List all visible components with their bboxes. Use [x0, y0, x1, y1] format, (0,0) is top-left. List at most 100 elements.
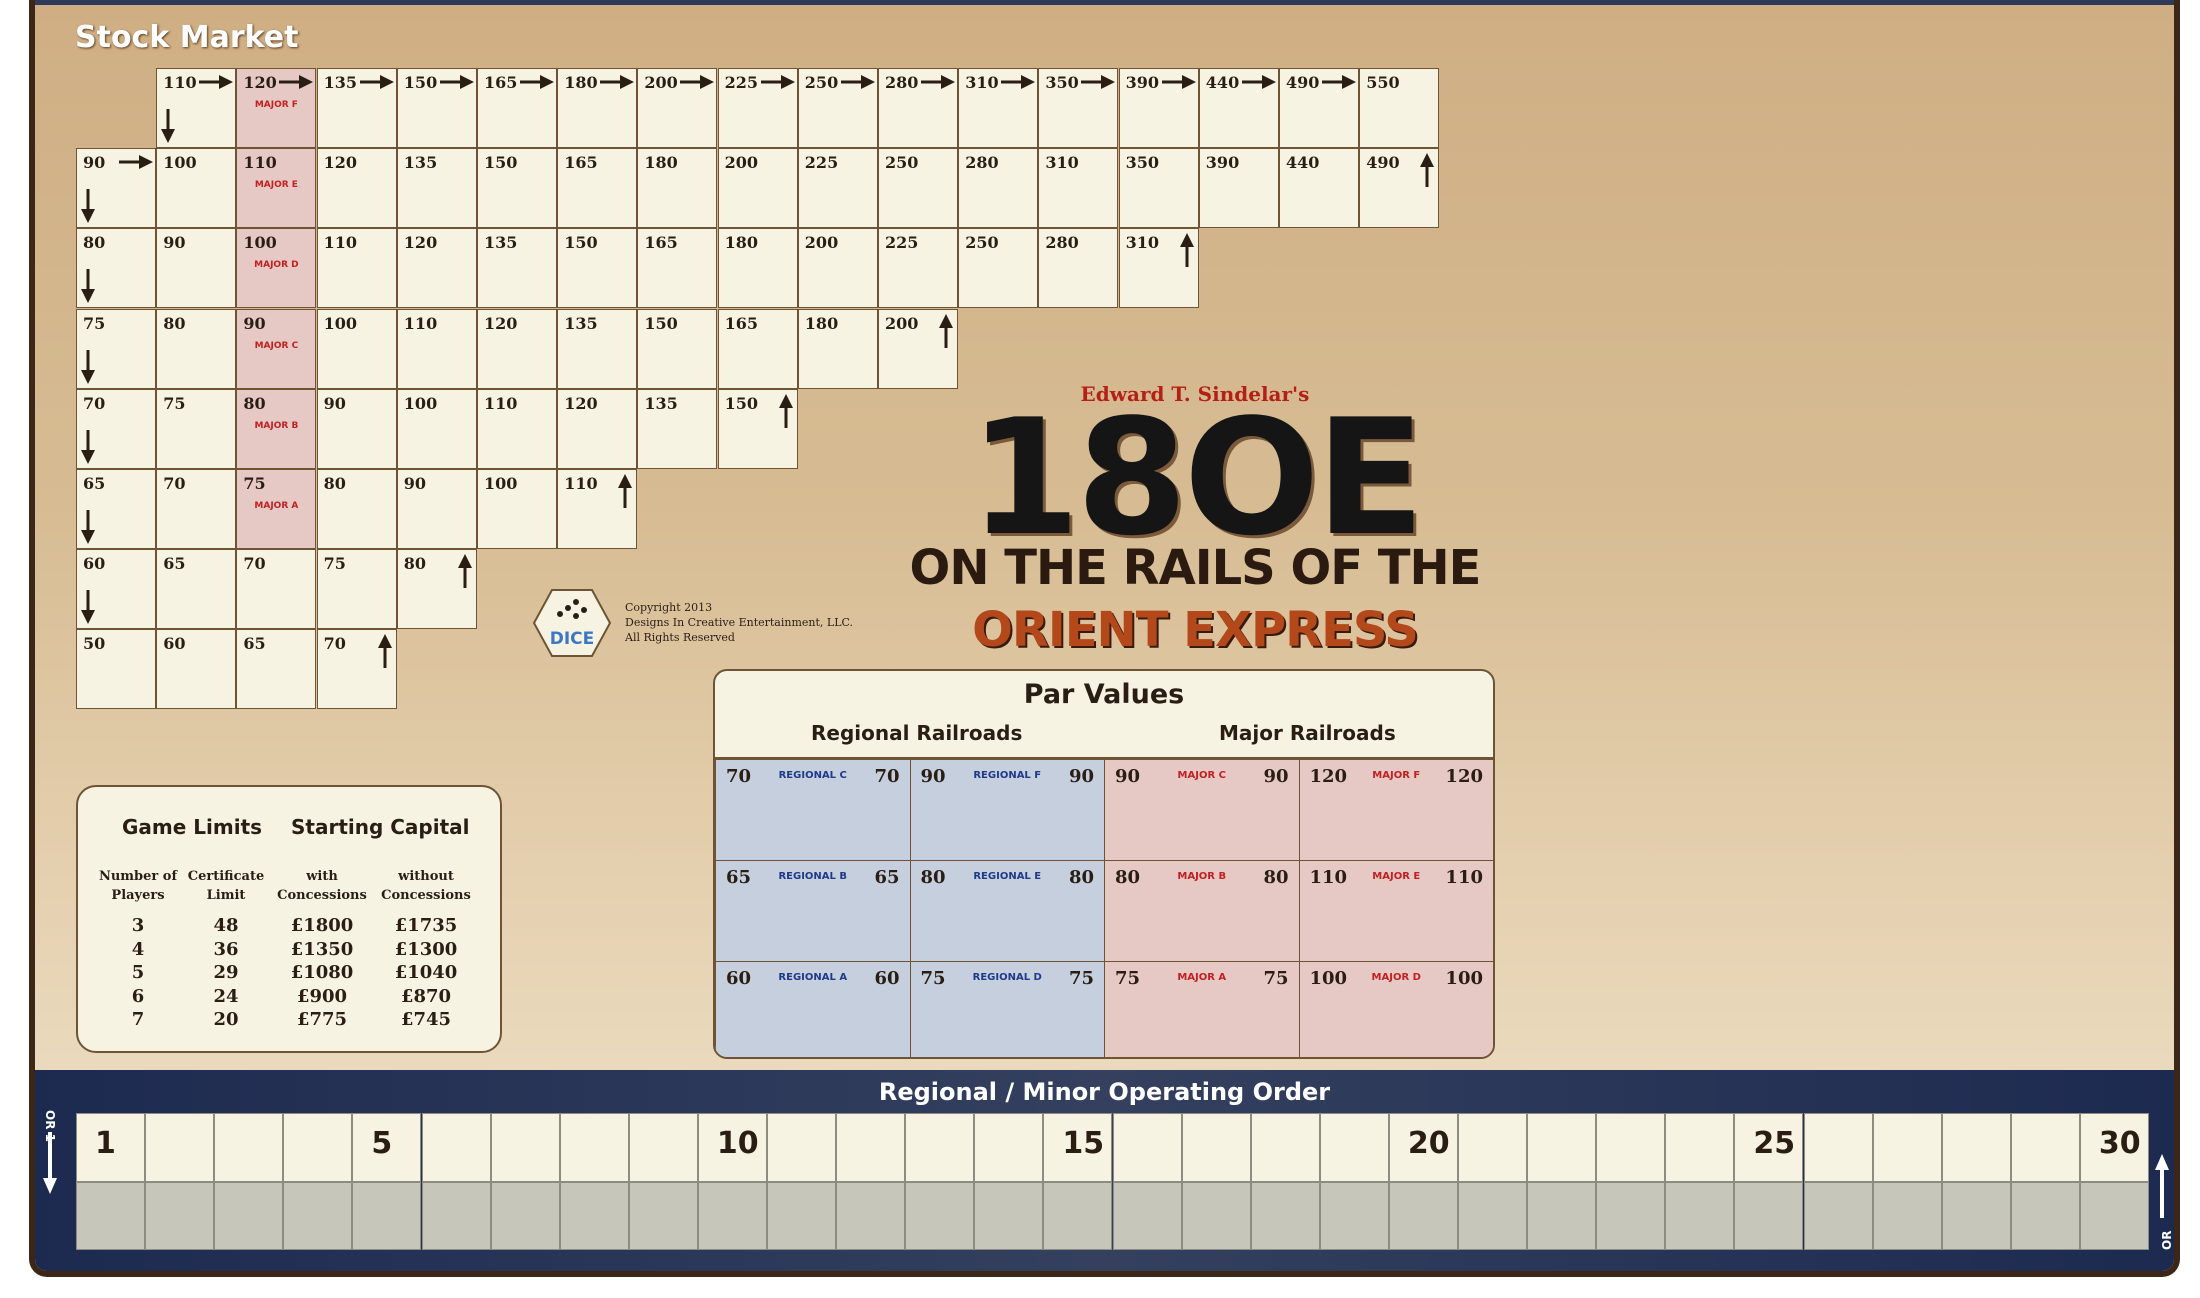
market-cell[interactable]: 180 — [717, 228, 798, 309]
operating-slot-lower[interactable] — [283, 1182, 353, 1250]
operating-slot-lower[interactable] — [145, 1182, 215, 1250]
operating-slot-lower[interactable] — [2010, 1182, 2080, 1250]
operating-slot-lower[interactable] — [490, 1182, 560, 1250]
market-cell[interactable]: 75 — [156, 388, 237, 469]
market-cell[interactable]: 90 — [316, 388, 397, 469]
par-cell[interactable]: 110 MAJOR E 110 — [1298, 860, 1493, 962]
market-cell[interactable]: 440 — [1279, 148, 1359, 229]
market-cell[interactable]: 135 — [557, 308, 638, 389]
operating-slot-lower[interactable] — [352, 1182, 422, 1250]
market-cell[interactable]: 225 — [717, 68, 798, 148]
operating-slot-lower[interactable] — [1319, 1182, 1389, 1250]
operating-slot[interactable] — [421, 1113, 491, 1182]
market-cell[interactable]: 135 — [637, 388, 718, 469]
operating-slot[interactable] — [1665, 1113, 1735, 1182]
market-cell[interactable]: 65 — [76, 469, 156, 549]
market-cell[interactable]: 310 — [1038, 148, 1119, 229]
operating-slot[interactable] — [1596, 1113, 1666, 1182]
market-cell[interactable]: 310 — [1118, 228, 1199, 309]
market-cell[interactable]: 165 — [717, 308, 798, 389]
market-cell[interactable]: 80 MAJOR B — [236, 388, 317, 469]
operating-slot-lower[interactable] — [1665, 1182, 1735, 1250]
market-cell[interactable]: 75 — [316, 549, 397, 630]
operating-slot[interactable] — [1181, 1113, 1251, 1182]
market-cell[interactable]: 65 — [156, 549, 237, 630]
market-cell[interactable]: 310 — [958, 68, 1039, 148]
market-cell[interactable]: 80 — [316, 469, 397, 549]
market-cell[interactable]: 250 — [958, 228, 1039, 309]
market-cell[interactable]: 200 — [717, 148, 798, 229]
operating-slot-lower[interactable] — [559, 1182, 629, 1250]
operating-slot[interactable] — [283, 1113, 353, 1182]
operating-slot-lower[interactable] — [421, 1182, 491, 1250]
operating-slot[interactable]: 20 — [1388, 1113, 1458, 1182]
market-cell[interactable]: 90 — [396, 469, 477, 549]
operating-slot-lower[interactable] — [767, 1182, 836, 1250]
market-cell[interactable]: 80 — [396, 549, 477, 630]
market-cell[interactable]: 150 — [637, 308, 718, 389]
operating-slot[interactable]: 25 — [1734, 1113, 1804, 1182]
operating-slot-lower[interactable] — [1734, 1182, 1804, 1250]
operating-slot-lower[interactable] — [2079, 1182, 2149, 1250]
operating-slot-lower[interactable] — [1250, 1182, 1320, 1250]
market-cell[interactable]: 120 — [316, 148, 397, 229]
par-cell[interactable]: 75 REGIONAL D 75 — [909, 961, 1105, 1057]
market-cell[interactable]: 280 — [1038, 228, 1119, 309]
market-cell[interactable]: 200 — [637, 68, 718, 148]
operating-slot-lower[interactable] — [1388, 1182, 1458, 1250]
market-cell[interactable]: 90 MAJOR C — [236, 308, 317, 389]
market-cell[interactable]: 90 — [156, 228, 237, 309]
operating-slot[interactable] — [1319, 1113, 1389, 1182]
market-cell[interactable]: 165 — [477, 68, 557, 148]
operating-slot[interactable]: 10 — [697, 1113, 767, 1182]
market-cell[interactable]: 150 — [396, 68, 477, 148]
par-cell[interactable]: 100 MAJOR D 100 — [1298, 961, 1493, 1057]
operating-slot-lower[interactable] — [1872, 1182, 1942, 1250]
market-cell[interactable]: 70 — [316, 629, 397, 710]
market-cell[interactable]: 180 — [557, 68, 638, 148]
market-cell[interactable]: 150 — [557, 228, 638, 309]
market-cell[interactable]: 50 — [76, 629, 156, 710]
market-cell[interactable]: 70 — [236, 549, 317, 630]
operating-slot-lower[interactable] — [628, 1182, 698, 1250]
operating-slot[interactable]: 15 — [1043, 1113, 1113, 1182]
market-cell[interactable]: 225 — [878, 228, 958, 309]
operating-slot[interactable] — [905, 1113, 975, 1182]
par-cell[interactable]: 75 MAJOR A 75 — [1104, 961, 1300, 1057]
market-cell[interactable]: 100 — [156, 148, 237, 229]
market-cell[interactable]: 60 — [76, 549, 156, 630]
operating-slot-lower[interactable] — [76, 1182, 145, 1250]
market-cell[interactable]: 200 — [797, 228, 878, 309]
market-cell[interactable]: 75 — [76, 308, 156, 389]
par-cell[interactable]: 70 REGIONAL C 70 — [715, 759, 911, 861]
operating-slot[interactable]: 1 — [76, 1113, 145, 1182]
par-cell[interactable]: 80 REGIONAL E 80 — [909, 860, 1105, 962]
market-cell[interactable]: 100 — [477, 469, 557, 549]
operating-slot-lower[interactable] — [1043, 1182, 1113, 1250]
operating-slot-lower[interactable] — [1458, 1182, 1527, 1250]
operating-slot[interactable] — [1527, 1113, 1597, 1182]
par-cell[interactable]: 65 REGIONAL B 65 — [715, 860, 911, 962]
operating-slot[interactable] — [628, 1113, 698, 1182]
market-cell[interactable]: 110 — [316, 228, 397, 309]
operating-slot[interactable] — [1250, 1113, 1320, 1182]
market-cell[interactable]: 490 — [1279, 68, 1359, 148]
market-cell[interactable]: 110 — [557, 469, 638, 549]
operating-slot-lower[interactable] — [836, 1182, 906, 1250]
market-cell[interactable]: 135 — [316, 68, 397, 148]
operating-slot[interactable] — [836, 1113, 906, 1182]
operating-slot[interactable] — [1803, 1113, 1873, 1182]
market-cell[interactable]: 65 — [236, 629, 317, 710]
market-cell[interactable]: 100 — [316, 308, 397, 389]
par-cell[interactable]: 80 MAJOR B 80 — [1104, 860, 1300, 962]
operating-slot[interactable] — [974, 1113, 1044, 1182]
operating-slot[interactable] — [2010, 1113, 2080, 1182]
market-cell[interactable]: 135 — [396, 148, 477, 229]
par-cell[interactable]: 60 REGIONAL A 60 — [715, 961, 911, 1057]
operating-slot-lower[interactable] — [214, 1182, 284, 1250]
par-cell[interactable]: 90 REGIONAL F 90 — [909, 759, 1105, 861]
operating-slot[interactable] — [1112, 1113, 1182, 1182]
market-cell[interactable]: 120 MAJOR F — [236, 68, 317, 148]
market-cell[interactable]: 280 — [958, 148, 1039, 229]
market-cell[interactable]: 150 — [717, 388, 798, 469]
